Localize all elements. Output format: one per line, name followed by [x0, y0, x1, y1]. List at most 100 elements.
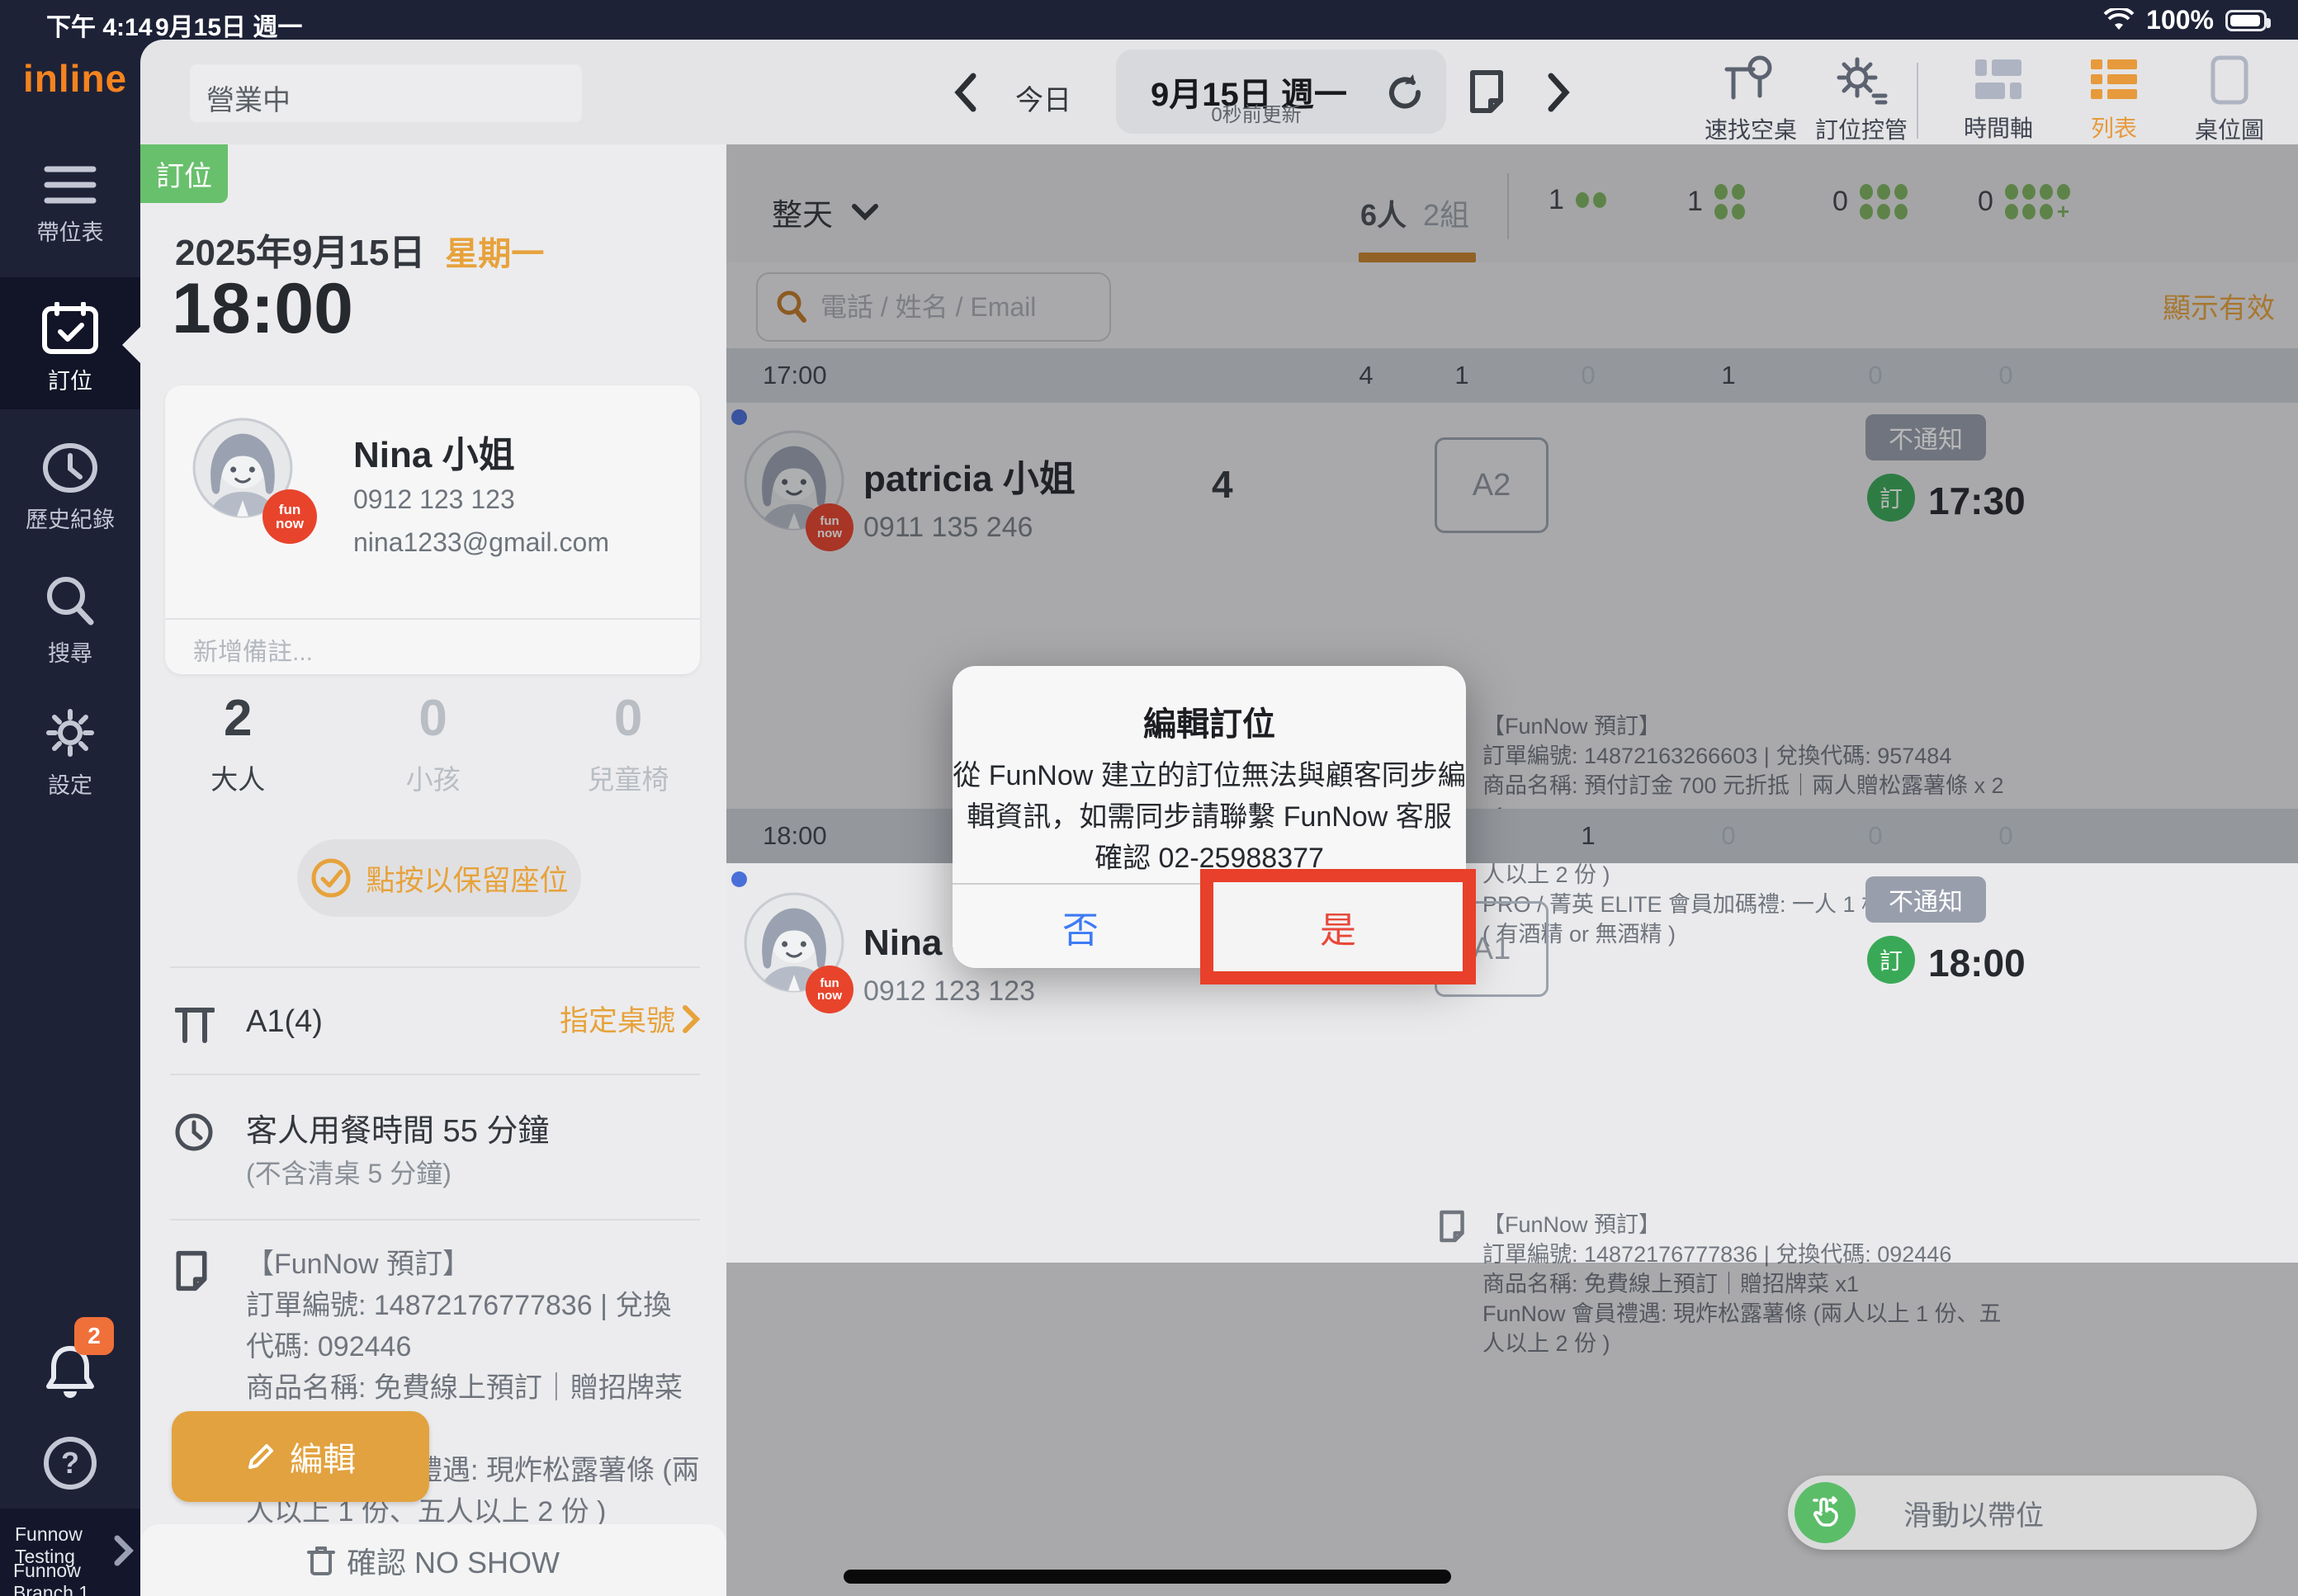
view-label: 桌位圖	[2168, 112, 2291, 145]
confirm-no-show-button[interactable]: 確認 NO SHOW	[140, 1524, 726, 1596]
reservation-time: 18:00	[172, 268, 353, 350]
sidebar: inline 帶位表 訂位 歷史紀錄 搜尋	[0, 40, 140, 1596]
hamburger-icon	[0, 163, 140, 206]
adult-count[interactable]: 2大人	[140, 689, 335, 797]
funnow-badge: funnow	[262, 489, 317, 544]
view-label: 訂位控管	[1799, 112, 1923, 145]
home-indicator[interactable]	[844, 1570, 1451, 1584]
highchair-count[interactable]: 0兒童椅	[531, 689, 726, 797]
dialog-yes-button[interactable]: 是	[1320, 900, 1356, 953]
chevron-left-icon	[954, 73, 977, 112]
svg-text:?: ?	[61, 1446, 79, 1480]
calendar-check-icon	[0, 302, 140, 355]
list-view-button[interactable]: 列表	[2052, 54, 2176, 144]
status-bar: 下午 4:14 9月15日 週一 100%	[0, 0, 2298, 40]
timeline-icon	[1936, 54, 2060, 104]
next-day-button[interactable]	[1534, 59, 1583, 125]
customer-phone: 0912 123 123	[353, 484, 515, 515]
clock-icon	[173, 1112, 215, 1153]
dialog-no-button[interactable]: 否	[953, 885, 1208, 968]
sidebar-item-label: 帶位表	[0, 215, 140, 247]
party-counts: 2大人 0小孩 0兒童椅	[140, 689, 726, 797]
no-show-label: 確認 NO SHOW	[347, 1539, 560, 1582]
customer-email: nina1233@gmail.com	[353, 527, 609, 558]
divider	[170, 1074, 700, 1075]
notifications-button[interactable]	[0, 1340, 140, 1403]
sidebar-item-label: 設定	[0, 767, 140, 800]
table-icon	[175, 1006, 215, 1044]
date-pill[interactable]: 9月15日 週一 0秒前更新	[1116, 50, 1446, 134]
sidebar-item-label: 搜尋	[0, 635, 140, 668]
edit-button-label: 編輯	[290, 1433, 356, 1480]
child-count[interactable]: 0小孩	[335, 689, 530, 797]
notification-badge: 2	[74, 1317, 114, 1355]
sidebar-item-reservations[interactable]: 訂位	[0, 302, 140, 395]
sidebar-item-history[interactable]: 歷史紀錄	[0, 442, 140, 534]
gear-lines-icon	[1799, 54, 1923, 106]
sidebar-item-settings[interactable]: 設定	[0, 706, 140, 800]
view-label: 速找空桌	[1689, 112, 1813, 145]
dialog-title: 編輯訂位	[953, 697, 1466, 745]
view-label: 列表	[2052, 111, 2176, 144]
reservation-time: 18:00	[1928, 941, 2026, 985]
pencil-icon	[245, 1441, 277, 1472]
note-icon	[1438, 1210, 1466, 1243]
sidebar-item-label: 訂位	[0, 363, 140, 395]
hold-seat-label: 點按以保留座位	[366, 857, 568, 900]
battery-icon	[2225, 10, 2267, 31]
swipe-hand-icon	[1794, 1482, 1856, 1543]
sidebar-item-label: 歷史紀錄	[0, 502, 140, 534]
reservation-tag: 訂位	[140, 144, 228, 203]
swipe-to-seat-button[interactable]: 滑動以帶位	[1788, 1476, 2257, 1550]
gear-icon	[0, 706, 140, 759]
chevron-right-icon	[682, 1004, 700, 1034]
status-date: 9月15日 週一	[155, 7, 302, 43]
sidebar-item-seating-list[interactable]: 帶位表	[0, 163, 140, 247]
reservation-detail-panel: 訂位 2025年9月15日星期一 18:00 funnow Nina 小姐 09…	[140, 144, 726, 1596]
unread-dot	[731, 871, 747, 887]
no-notify-badge: 不通知	[1865, 876, 1986, 923]
help-icon: ?	[0, 1434, 140, 1492]
floor-map-button[interactable]: 桌位圖	[2168, 54, 2291, 145]
assign-table-button[interactable]: 指定桌號	[560, 998, 700, 1040]
divider	[170, 1219, 700, 1221]
app-root: 下午 4:14 9月15日 週一 100% inline 帶位表 訂位	[0, 0, 2298, 1596]
check-circle-icon	[310, 857, 352, 900]
table-search-icon	[1689, 54, 1813, 106]
add-note-field[interactable]: 新增備註...	[193, 631, 313, 668]
edit-button[interactable]: 編輯	[172, 1411, 429, 1502]
bell-icon	[0, 1340, 140, 1403]
dining-time-note: (不含清桌 5 分鐘)	[246, 1153, 452, 1191]
prev-day-button[interactable]	[941, 59, 991, 125]
table-row[interactable]: A1(4) 指定桌號	[170, 994, 700, 1069]
status-time: 下午 4:14	[46, 7, 152, 43]
customer-card[interactable]: funnow Nina 小姐 0912 123 123 nina1233@gma…	[165, 385, 700, 674]
list-icon	[2052, 54, 2176, 104]
chevron-right-icon	[1547, 73, 1570, 112]
assign-table-label: 指定桌號	[560, 998, 675, 1040]
dialog-body: 從 FunNow 建立的訂位無法與顧客同步編 輯資訊，如需同步請聯繫 FunNo…	[953, 755, 1466, 879]
chevron-right-icon	[112, 1535, 134, 1566]
help-button[interactable]: ?	[0, 1434, 140, 1492]
swipe-to-seat-label: 滑動以帶位	[1903, 1493, 2044, 1533]
timeline-view-button[interactable]: 時間軸	[1936, 54, 2060, 144]
sidebar-item-search[interactable]: 搜尋	[0, 574, 140, 668]
dining-time-row: 客人用餐時間 55 分鐘 (不含清桌 5 分鐘)	[170, 1100, 700, 1207]
last-updated-label: 0秒前更新	[1116, 98, 1397, 127]
reservation-weekday: 星期一	[445, 236, 544, 272]
card-divider	[165, 618, 700, 620]
day-note-button[interactable]	[1468, 69, 1506, 114]
find-table-button[interactable]: 速找空桌	[1689, 54, 1813, 145]
venue-switcher[interactable]: Funnow Testing Funnow Branch 1	[0, 1509, 140, 1596]
booked-badge: 訂	[1867, 936, 1915, 984]
hold-seat-button[interactable]: 點按以保留座位	[297, 839, 581, 917]
yes-button-annotation: 是	[1200, 869, 1476, 985]
today-button[interactable]: 今日	[1015, 78, 1071, 118]
reservation-control-button[interactable]: 訂位控管	[1799, 54, 1923, 145]
table-number: A1(4)	[246, 1004, 323, 1040]
note-icon	[173, 1250, 210, 1291]
search-icon	[0, 574, 140, 627]
floor-map-icon	[2168, 54, 2291, 106]
battery-percent: 100%	[2146, 5, 2214, 35]
view-label: 時間軸	[1936, 111, 2060, 144]
